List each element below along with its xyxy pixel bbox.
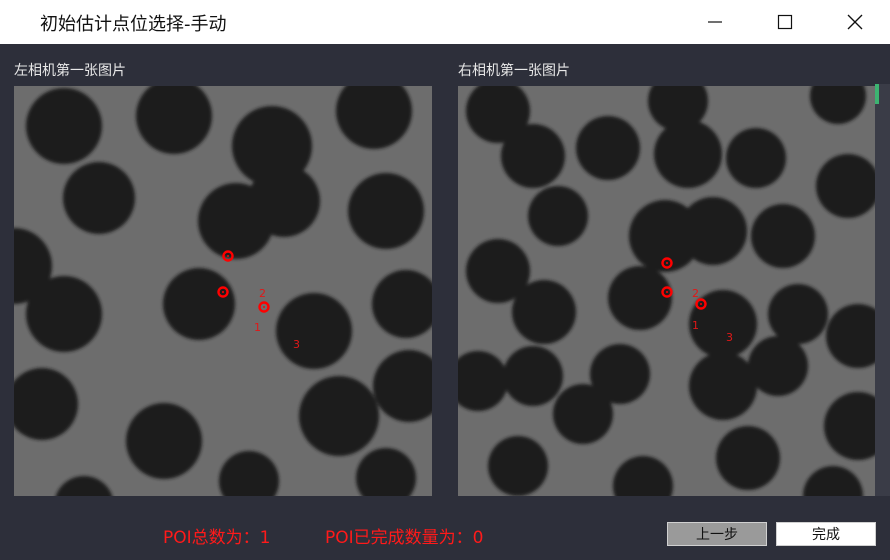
poi-done-status: POI已完成数量为：0 [325, 528, 484, 548]
poi-marker-1[interactable] [660, 256, 674, 270]
poi-marker-3[interactable] [257, 300, 271, 314]
right-camera-image[interactable]: 1 2 3 [458, 86, 875, 496]
maximize-button[interactable] [750, 0, 820, 44]
finish-button[interactable]: 完成 [776, 522, 876, 546]
marker-label-1: 1 [692, 319, 699, 332]
marker-label-3: 3 [726, 331, 733, 344]
marker-label-2: 2 [259, 287, 266, 300]
prev-step-button[interactable]: 上一步 [667, 522, 767, 546]
right-edge-strip [875, 84, 890, 496]
title-bar: 初始估计点位选择-手动 [0, 0, 890, 44]
minimize-icon [708, 21, 722, 23]
green-indicator [875, 84, 879, 104]
right-camera-label: 右相机第一张图片 [458, 63, 570, 79]
window-title: 初始估计点位选择-手动 [40, 14, 227, 35]
close-icon [847, 14, 863, 30]
poi-marker-1[interactable] [221, 249, 235, 263]
maximize-icon [777, 14, 793, 30]
left-camera-image[interactable]: 1 2 3 [14, 86, 432, 496]
poi-marker-2[interactable] [660, 285, 674, 299]
marker-label-1: 1 [254, 321, 261, 334]
poi-marker-2[interactable] [216, 285, 230, 299]
marker-label-3: 3 [293, 338, 300, 351]
left-camera-label: 左相机第一张图片 [14, 63, 126, 79]
poi-total-status: POI总数为：1 [163, 528, 271, 548]
minimize-button[interactable] [680, 0, 750, 44]
marker-label-2: 2 [692, 287, 699, 300]
close-button[interactable] [820, 0, 890, 44]
